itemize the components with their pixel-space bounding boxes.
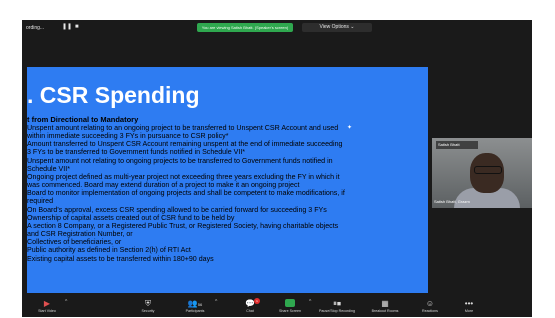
view-options-button[interactable]: View Options ⌄	[302, 23, 372, 32]
recording-control-label: Pause/Stop Recording	[319, 309, 355, 313]
participants-label: Participants	[185, 309, 205, 313]
slide-bullet: required	[27, 197, 54, 206]
more-icon: •••	[464, 299, 474, 308]
share-screen-button[interactable]: Share Screen	[267, 298, 313, 317]
share-options-chevron-icon[interactable]: ^	[309, 299, 311, 305]
top-bar: ording... ❚❚ ■ You are viewing Satish Bh…	[22, 20, 532, 38]
participant-name-tag: Satish Bhatt	[436, 141, 478, 149]
participant-video-tile[interactable]: Satish Bhatt Satish Bhatt, Grazm	[432, 138, 532, 208]
share-screen-label: Share Screen	[279, 309, 301, 313]
participants-chevron-icon[interactable]: ^	[215, 299, 217, 305]
participants-icon: 👥56	[187, 299, 203, 308]
slide-bullet: Unspent amount relating to an ongoing pr…	[27, 124, 339, 132]
zoom-window: ording... ❚❚ ■ You are viewing Satish Bh…	[22, 20, 532, 317]
chat-unread-badge: 1	[254, 298, 260, 304]
more-label: More	[464, 309, 474, 313]
shared-slide: . CSR Spending t from Directional to Man…	[27, 67, 428, 293]
more-button[interactable]: ••• More	[446, 298, 492, 317]
slide-bullet: Ongoing project defined as multi-year pr…	[27, 172, 340, 181]
video-off-icon: ▶	[43, 299, 51, 308]
slide-bullet: Schedule VII*	[27, 164, 70, 173]
participant-name-label: Satish Bhatt, Grazm	[434, 199, 470, 204]
mouse-cursor-icon: ✦	[347, 125, 353, 131]
slide-bullet: Board to monitor implementation of ongoi…	[27, 189, 345, 198]
breakout-rooms-button[interactable]: ▦ Breakout Rooms	[362, 298, 408, 317]
screen-share-status: You are viewing Satish Bhatt. (Speaker's…	[197, 23, 293, 32]
breakout-rooms-icon: ▦	[381, 299, 389, 308]
shield-icon: ⛨	[145, 299, 151, 308]
slide-bullet-list: Unspent amount relating to an ongoing pr…	[27, 124, 425, 263]
recording-status: ording...	[26, 25, 45, 31]
slide-title: . CSR Spending	[27, 82, 200, 108]
slide-bullet: On Board's approval, excess CSR spending…	[27, 205, 327, 214]
participant-glasses	[474, 166, 502, 174]
pause-stop-icon: ⏸⏹	[333, 299, 341, 308]
slide-bullet: Unspent amount not relating to ongoing p…	[27, 156, 333, 165]
slide-bullet: Collectives of beneficiaries, or	[27, 238, 122, 247]
recording-control-button[interactable]: ⏸⏹ Pause/Stop Recording	[314, 298, 360, 317]
slide-bullet: Existing capital assets to be transferre…	[27, 254, 214, 263]
start-video-button[interactable]: ▶ Start Video	[24, 298, 70, 317]
slide-bullet: within immediate succeeding 3 FYs in pur…	[27, 132, 229, 141]
security-label: Security	[141, 309, 155, 313]
slide-bullet: 3 FYs to be transferred to Government fu…	[27, 148, 246, 157]
slide-bullet: Public authority as defined in Section 2…	[27, 246, 191, 255]
start-video-label: Start Video	[38, 309, 56, 313]
slide-bullet: and CSR Registration Number, or	[27, 230, 133, 239]
video-options-chevron-icon[interactable]: ^	[65, 299, 67, 305]
slide-bullet: was commenced. Board may extend duration…	[27, 181, 300, 190]
breakout-rooms-label: Breakout Rooms	[371, 309, 399, 313]
slide-bullet: Ownership of capital assets created out …	[27, 213, 235, 222]
stop-recording-icon[interactable]: ■	[75, 24, 81, 30]
share-screen-icon	[285, 299, 295, 307]
participants-button[interactable]: 👥56 Participants	[172, 298, 218, 317]
pause-recording-icon[interactable]: ❚❚	[62, 24, 72, 30]
slide-subtitle: t from Directional to Mandatory	[27, 115, 139, 124]
meeting-toolbar: ▶ Start Video ^ ⛨ Security 👥56 Participa…	[22, 297, 532, 317]
slide-bullet: A section 8 Company, or a Registered Pub…	[27, 221, 339, 230]
security-button[interactable]: ⛨ Security	[125, 298, 171, 317]
slide-bullet: Amount transferred to Unspent CSR Accoun…	[27, 140, 343, 149]
participants-count: 56	[197, 302, 203, 307]
